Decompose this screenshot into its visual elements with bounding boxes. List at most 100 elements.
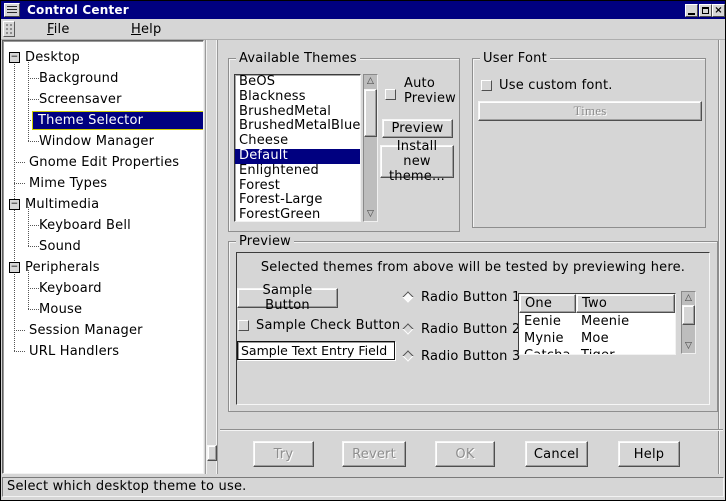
theme-item[interactable]: ForestGreen <box>235 208 360 222</box>
preview-button[interactable]: Preview <box>382 119 453 138</box>
tree-item-background[interactable]: Background <box>39 70 119 87</box>
column-header-one[interactable]: One <box>519 294 576 313</box>
tree-item-mime-types[interactable]: Mime Types <box>29 175 107 192</box>
theme-item[interactable]: BeOS <box>235 75 360 90</box>
radio-button-2-label[interactable]: Radio Button 2 <box>421 321 520 338</box>
tree-guide-line <box>14 183 25 184</box>
minimize-button[interactable] <box>685 4 698 17</box>
control-center-window: Control Center × File Help − − − Desktop… <box>0 0 726 501</box>
help-button[interactable]: Help <box>618 441 680 467</box>
separator <box>220 429 723 431</box>
tree-item-keyboard[interactable]: Keyboard <box>39 280 102 297</box>
titlebar[interactable]: Control Center × <box>1 1 725 19</box>
table-cell: Eenie <box>519 313 576 330</box>
tree-item-peripherals[interactable]: Peripherals <box>25 259 100 276</box>
tree-item-sound[interactable]: Sound <box>39 238 81 255</box>
menu-file[interactable]: File <box>47 21 70 38</box>
theme-item[interactable]: Forest <box>235 179 360 194</box>
tree-item-desktop[interactable]: Desktop <box>25 49 80 66</box>
tree-guide-line <box>28 288 39 289</box>
capplet-tree: − − − Desktop Background Screensaver The… <box>2 40 204 474</box>
theme-item[interactable]: BrushedMetal <box>235 105 360 120</box>
menubar-drag-handle[interactable] <box>3 21 15 37</box>
theme-list[interactable]: BeOS Blackness BrushedMetal BrushedMetal… <box>234 74 361 222</box>
tree-item-session-manager[interactable]: Session Manager <box>29 322 143 339</box>
table-row[interactable]: Eenie Meenie <box>519 313 675 330</box>
sample-table-scrollbar[interactable]: △ ▽ <box>681 291 696 354</box>
expander-icon[interactable]: − <box>9 199 20 210</box>
cancel-button[interactable]: Cancel <box>525 441 588 467</box>
table-row[interactable]: Mynie Moe <box>519 330 675 347</box>
close-icon: × <box>714 6 723 16</box>
expander-icon[interactable]: − <box>9 262 20 273</box>
scrollbar-thumb[interactable] <box>682 305 695 325</box>
menu-lines-icon <box>7 6 17 15</box>
tree-item-url-handlers[interactable]: URL Handlers <box>29 343 119 360</box>
theme-list-scrollbar[interactable]: △ ▽ <box>363 74 378 222</box>
scroll-down-icon[interactable]: ▽ <box>364 208 377 221</box>
use-custom-font-checkbox[interactable] <box>481 80 492 91</box>
user-font-label: User Font <box>480 50 550 67</box>
theme-item[interactable]: Blackness <box>235 90 360 105</box>
statusbar: Select which desktop theme to use. <box>2 477 724 497</box>
close-button[interactable]: × <box>712 4 725 17</box>
tree-guide-line <box>14 351 25 352</box>
tree-item-window-manager[interactable]: Window Manager <box>39 133 154 150</box>
panel-edge <box>718 40 719 474</box>
scroll-up-icon[interactable]: △ <box>364 75 377 88</box>
table-row[interactable]: Catcha Tiger <box>519 347 675 355</box>
tree-guide-line <box>14 330 25 331</box>
auto-preview-label[interactable]: Auto Preview <box>404 76 462 106</box>
paned-handle[interactable] <box>207 445 217 461</box>
sample-button[interactable]: Sample Button <box>237 288 338 308</box>
tree-guide-line <box>28 99 39 100</box>
window-title: Control Center <box>27 2 129 18</box>
theme-item[interactable]: Enlightened <box>235 164 360 179</box>
auto-preview-checkbox[interactable] <box>385 89 396 100</box>
sample-table[interactable]: One Two Eenie Meenie Mynie Moe Catcha Ti… <box>518 293 676 355</box>
statusbar-text: Select which desktop theme to use. <box>7 479 246 494</box>
preview-frame-label: Preview <box>236 233 294 250</box>
tree-item-multimedia[interactable]: Multimedia <box>25 196 99 213</box>
table-cell: Meenie <box>576 313 675 330</box>
install-theme-button[interactable]: Install new theme... <box>380 145 454 178</box>
font-picker-button: Times <box>478 101 702 121</box>
tree-item-theme-selector[interactable]: Theme Selector <box>33 112 203 129</box>
scroll-down-icon[interactable]: ▽ <box>682 340 695 353</box>
expander-icon[interactable]: − <box>9 52 20 63</box>
menubar: File Help <box>1 19 725 40</box>
theme-item[interactable]: BrushedMetalBlue <box>235 119 360 134</box>
scroll-up-icon[interactable]: △ <box>682 292 695 305</box>
scrollbar-thumb[interactable] <box>364 89 377 137</box>
table-header-row: One Two <box>519 294 675 313</box>
theme-item-selected[interactable]: Default <box>235 149 360 164</box>
try-button: Try <box>253 441 314 467</box>
theme-item[interactable]: Cheese <box>235 134 360 149</box>
theme-item[interactable]: Forest-Large <box>235 193 360 208</box>
radio-button-1-label[interactable]: Radio Button 1 <box>421 289 520 306</box>
tree-item-mouse[interactable]: Mouse <box>39 301 82 318</box>
column-header-two[interactable]: Two <box>576 294 675 313</box>
preview-note: Selected themes from above will be teste… <box>236 260 710 275</box>
use-custom-font-label[interactable]: Use custom font. <box>499 77 613 94</box>
window-menu-icon[interactable] <box>4 3 20 17</box>
tree-guide-line <box>28 225 39 226</box>
paned-divider[interactable] <box>205 40 218 474</box>
tree-guide-line <box>28 60 29 141</box>
available-themes-label: Available Themes <box>236 50 360 67</box>
maximize-button[interactable] <box>699 4 712 17</box>
sample-checkbox-label[interactable]: Sample Check Button <box>256 317 400 334</box>
tree-guide-line <box>28 246 39 247</box>
tree-guide-line <box>14 162 25 163</box>
radio-button-3-label[interactable]: Radio Button 3 <box>421 348 520 365</box>
tree-item-gnome-edit[interactable]: Gnome Edit Properties <box>29 154 179 171</box>
table-cell: Tiger <box>576 347 675 355</box>
tree-item-keyboard-bell[interactable]: Keyboard Bell <box>39 217 131 234</box>
sample-text-entry[interactable] <box>237 341 395 360</box>
tree-guide-line <box>28 141 39 142</box>
tree-guide-line <box>28 78 39 79</box>
tree-item-screensaver[interactable]: Screensaver <box>39 91 122 108</box>
sample-checkbox[interactable] <box>238 320 249 331</box>
minimize-icon <box>688 13 695 15</box>
menu-help[interactable]: Help <box>131 21 161 38</box>
